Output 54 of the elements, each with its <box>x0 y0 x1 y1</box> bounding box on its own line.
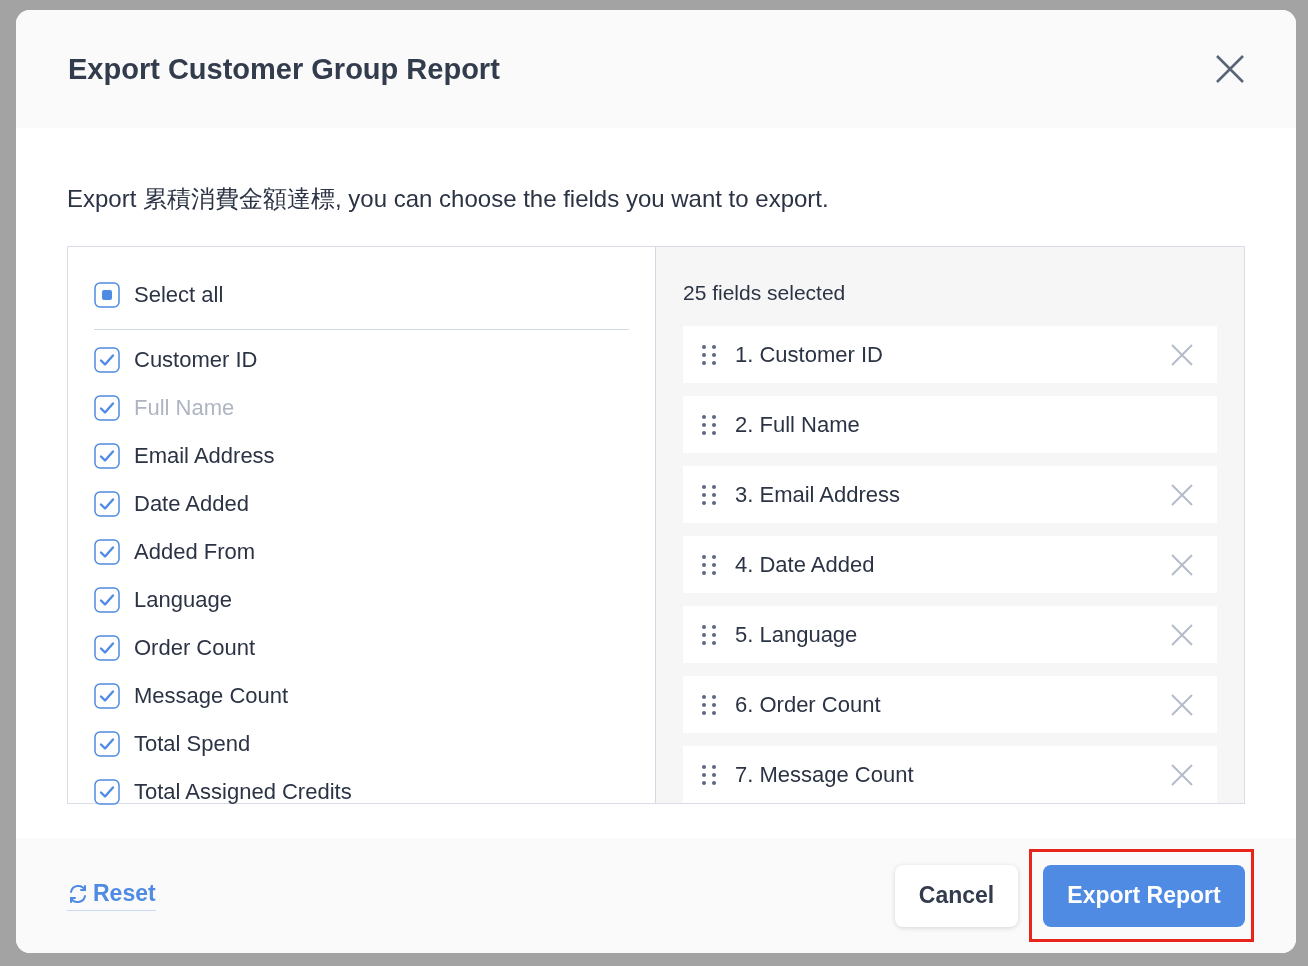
drag-handle-icon[interactable] <box>701 763 717 786</box>
selected-field-card[interactable]: 3. Email Address <box>683 466 1217 523</box>
field-label: 4. Date Added <box>735 551 876 578</box>
field-label: Select all <box>134 282 224 308</box>
drag-handle-icon[interactable] <box>701 413 717 436</box>
selected-field-card[interactable]: 1. Customer ID <box>683 326 1217 383</box>
close-button[interactable] <box>1216 55 1244 83</box>
checkbox[interactable] <box>94 779 120 805</box>
field-label: Message Count <box>134 683 289 709</box>
checkbox[interactable] <box>94 347 120 373</box>
field-label: Language <box>134 587 232 613</box>
cancel-button[interactable]: Cancel <box>895 864 1018 927</box>
field-label: 6. Order Count <box>735 691 882 718</box>
checkbox[interactable] <box>94 443 120 469</box>
selected-field-card[interactable]: 6. Order Count <box>683 676 1217 733</box>
field-label: Total Spend <box>134 731 251 757</box>
field-label: Total Assigned Credits <box>134 779 352 805</box>
drag-handle-icon[interactable] <box>701 623 717 646</box>
field-label: Order Count <box>134 635 256 661</box>
checkbox[interactable] <box>94 587 120 613</box>
field-label: 1. Customer ID <box>735 341 884 368</box>
checkbox[interactable] <box>94 282 120 308</box>
selected-field-card[interactable]: 4. Date Added <box>683 536 1217 593</box>
field-label: Full Name <box>134 395 235 421</box>
selected-field-card[interactable]: 7. Message Count <box>683 746 1217 803</box>
remove-icon[interactable] <box>1171 623 1193 646</box>
drag-handle-icon[interactable] <box>701 553 717 576</box>
selected-field-card[interactable]: 5. Language <box>683 606 1217 663</box>
selected-count: 25 fields selected <box>683 281 847 305</box>
checkbox[interactable] <box>94 731 120 757</box>
drag-handle-icon[interactable] <box>701 483 717 506</box>
field-label: Added From <box>134 539 256 565</box>
checkbox[interactable] <box>94 683 120 709</box>
field-label: Email Address <box>134 443 275 469</box>
selected-field-card[interactable]: 2. Full Name <box>683 396 1217 453</box>
checkbox[interactable] <box>94 539 120 565</box>
field-label: 2. Full Name <box>735 411 861 438</box>
description-text: Export 累積消費金額達標, you can choose the fields you want to export. <box>67 184 830 214</box>
remove-icon[interactable] <box>1171 693 1193 716</box>
remove-icon[interactable] <box>1171 343 1193 366</box>
drag-handle-icon[interactable] <box>701 693 717 716</box>
checkbox[interactable] <box>94 635 120 661</box>
remove-icon[interactable] <box>1171 553 1193 576</box>
remove-icon[interactable] <box>1171 483 1193 506</box>
refresh-icon <box>67 882 89 905</box>
field-label: 5. Language <box>735 621 859 648</box>
field-label: 3. Email Address <box>735 481 902 508</box>
dialog-title: Export Customer Group Report <box>68 52 500 86</box>
remove-icon[interactable] <box>1171 763 1193 786</box>
field-label: 7. Message Count <box>735 761 915 788</box>
field-label: Date Added <box>134 491 249 517</box>
field-label: Customer ID <box>134 347 258 373</box>
drag-handle-icon[interactable] <box>701 343 717 366</box>
checkbox[interactable] <box>94 491 120 517</box>
